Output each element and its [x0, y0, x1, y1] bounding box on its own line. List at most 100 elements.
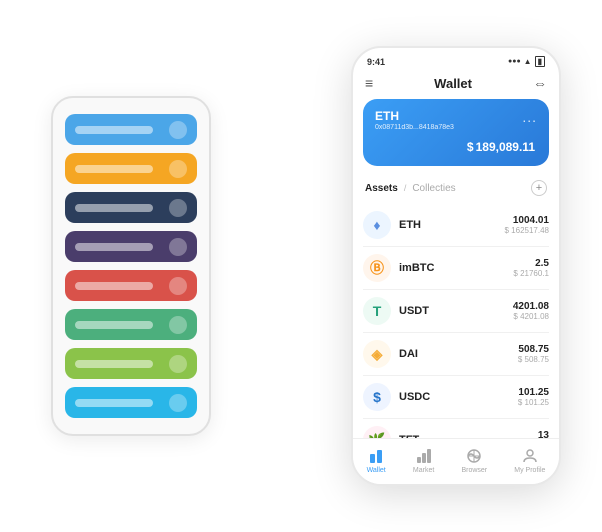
- wallet-card: ETH 0x08711d3b...8418a78e3 ... $189,089.…: [363, 99, 549, 166]
- nav-item-wallet[interactable]: Wallet: [367, 447, 386, 474]
- asset-item-tft[interactable]: 🌿TFT130: [363, 419, 549, 438]
- asset-name-dai: DAI: [399, 348, 518, 360]
- nav-item-market[interactable]: Market: [413, 447, 434, 474]
- assets-header: Assets / Collecties +: [353, 176, 559, 204]
- back-card-icon-5: [169, 316, 187, 334]
- tab-divider: /: [404, 183, 407, 193]
- back-card-2: [65, 192, 197, 223]
- back-card-icon-2: [169, 199, 187, 217]
- nav-icon-market: [415, 447, 433, 465]
- nav-item-my-profile[interactable]: My Profile: [514, 447, 545, 474]
- back-card-icon-3: [169, 238, 187, 256]
- wallet-more-btn[interactable]: ...: [522, 109, 537, 125]
- back-card-text-3: [75, 243, 153, 251]
- nav-label-wallet: Wallet: [367, 467, 386, 474]
- asset-item-usdc[interactable]: $ USDC101.25$ 101.25: [363, 376, 549, 419]
- back-card-0: [65, 114, 197, 145]
- menu-icon[interactable]: ≡: [365, 76, 373, 90]
- asset-usd-usdt: $ 4201.08: [513, 312, 549, 321]
- status-bar: 9:41 ●●● ▲ ▮: [353, 48, 559, 71]
- tab-collecties[interactable]: Collecties: [412, 183, 455, 194]
- back-card-text-1: [75, 165, 153, 173]
- signal-icon: ●●●: [508, 58, 521, 65]
- wallet-currency: ETH: [375, 109, 454, 123]
- back-card-text-5: [75, 321, 153, 329]
- phone-header: ≡ Wallet ⇔: [353, 71, 559, 99]
- back-card-text-0: [75, 126, 153, 134]
- nav-item-browser[interactable]: Browser: [461, 447, 487, 474]
- asset-item-usdt[interactable]: T USDT4201.08$ 4201.08: [363, 290, 549, 333]
- front-phone: 9:41 ●●● ▲ ▮ ≡ Wallet ⇔ ETH 0x08711d3b..…: [351, 46, 561, 486]
- asset-icon-dai: ◈: [363, 340, 391, 368]
- status-icons: ●●● ▲ ▮: [508, 56, 545, 67]
- asset-amount-tft: 13: [538, 430, 549, 438]
- asset-amounts-eth: 1004.01$ 162517.48: [505, 215, 550, 235]
- balance-amount: 189,089.11: [476, 140, 535, 154]
- nav-label-my-profile: My Profile: [514, 467, 545, 474]
- back-card-4: [65, 270, 197, 301]
- bottom-nav: Wallet Market Browser My Profile: [353, 438, 559, 484]
- back-card-5: [65, 309, 197, 340]
- back-card-icon-1: [169, 160, 187, 178]
- asset-usd-imbtc: $ 21760.1: [513, 269, 549, 278]
- asset-item-imbtc[interactable]: ⒷimBTC2.5$ 21760.1: [363, 247, 549, 290]
- wallet-balance: $189,089.11: [375, 135, 537, 156]
- asset-amounts-tft: 130: [538, 430, 549, 438]
- page-title: Wallet: [434, 76, 472, 91]
- back-card-text-6: [75, 360, 153, 368]
- balance-symbol: $: [467, 140, 474, 154]
- back-card-icon-4: [169, 277, 187, 295]
- asset-amounts-usdc: 101.25$ 101.25: [518, 387, 549, 407]
- asset-amount-usdc: 101.25: [518, 387, 549, 398]
- tab-assets[interactable]: Assets: [365, 183, 398, 194]
- add-asset-button[interactable]: +: [531, 180, 547, 196]
- asset-amounts-dai: 508.75$ 508.75: [518, 344, 549, 364]
- nav-label-browser: Browser: [461, 467, 487, 474]
- asset-icon-usdt: T: [363, 297, 391, 325]
- wifi-icon: ▲: [524, 57, 532, 66]
- back-card-1: [65, 153, 197, 184]
- back-card-icon-7: [169, 394, 187, 412]
- back-card-text-2: [75, 204, 153, 212]
- asset-amount-imbtc: 2.5: [513, 258, 549, 269]
- asset-name-usdt: USDT: [399, 305, 513, 317]
- scan-icon[interactable]: ⇔: [533, 75, 547, 91]
- scene: 9:41 ●●● ▲ ▮ ≡ Wallet ⇔ ETH 0x08711d3b..…: [21, 16, 581, 516]
- asset-icon-imbtc: Ⓑ: [363, 254, 391, 282]
- asset-usd-usdc: $ 101.25: [518, 398, 549, 407]
- asset-amounts-imbtc: 2.5$ 21760.1: [513, 258, 549, 278]
- asset-usd-eth: $ 162517.48: [505, 226, 550, 235]
- back-card-icon-0: [169, 121, 187, 139]
- back-phone: [51, 96, 211, 436]
- asset-amount-dai: 508.75: [518, 344, 549, 355]
- asset-name-usdc: USDC: [399, 391, 518, 403]
- nav-label-market: Market: [413, 467, 434, 474]
- asset-icon-eth: ♦: [363, 211, 391, 239]
- asset-item-dai[interactable]: ◈ DAI508.75$ 508.75: [363, 333, 549, 376]
- asset-name-eth: ETH: [399, 219, 505, 231]
- asset-item-eth[interactable]: ♦ ETH1004.01$ 162517.48: [363, 204, 549, 247]
- back-card-icon-6: [169, 355, 187, 373]
- back-card-3: [65, 231, 197, 262]
- battery-icon: ▮: [535, 56, 545, 67]
- wallet-card-top: ETH 0x08711d3b...8418a78e3 ...: [375, 109, 537, 131]
- asset-name-imbtc: imBTC: [399, 262, 513, 274]
- nav-icon-browser: [465, 447, 483, 465]
- nav-icon-wallet: [367, 447, 385, 465]
- asset-list: ♦ ETH1004.01$ 162517.48 ⒷimBTC2.5$ 21760.1…: [353, 204, 559, 438]
- asset-icon-usdc: $: [363, 383, 391, 411]
- back-card-7: [65, 387, 197, 418]
- wallet-info: ETH 0x08711d3b...8418a78e3: [375, 109, 454, 131]
- asset-amount-usdt: 4201.08: [513, 301, 549, 312]
- asset-amount-eth: 1004.01: [505, 215, 550, 226]
- wallet-address: 0x08711d3b...8418a78e3: [375, 124, 454, 131]
- back-card-text-4: [75, 282, 153, 290]
- asset-amounts-usdt: 4201.08$ 4201.08: [513, 301, 549, 321]
- assets-tabs: Assets / Collecties: [365, 183, 456, 194]
- asset-usd-dai: $ 508.75: [518, 355, 549, 364]
- asset-icon-tft: 🌿: [363, 426, 391, 438]
- time-display: 9:41: [367, 57, 385, 67]
- back-card-text-7: [75, 399, 153, 407]
- nav-icon-my-profile: [521, 447, 539, 465]
- back-card-6: [65, 348, 197, 379]
